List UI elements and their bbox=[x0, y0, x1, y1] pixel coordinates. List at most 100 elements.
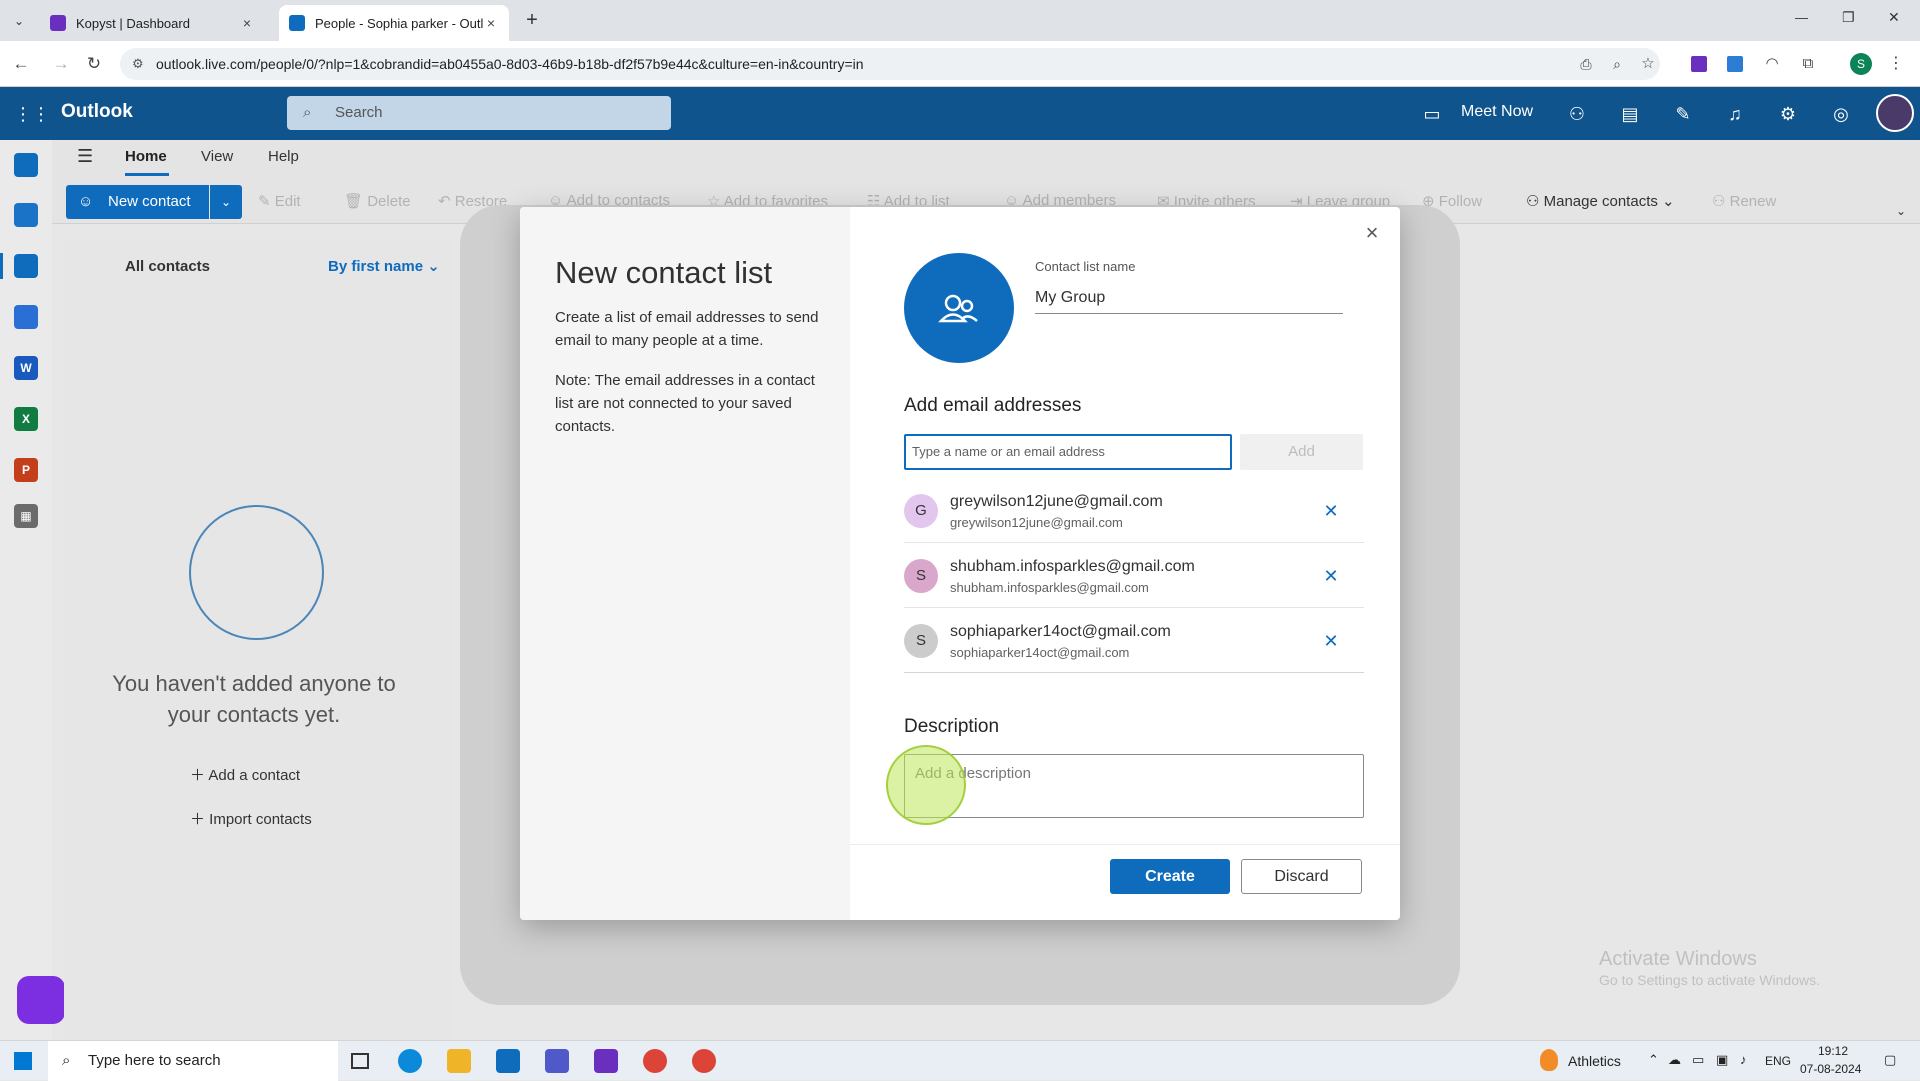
outlook-favicon-icon bbox=[289, 15, 305, 31]
renew-button[interactable]: ⚇ Renew bbox=[1712, 192, 1776, 210]
close-dialog-icon[interactable]: × bbox=[1360, 221, 1384, 245]
back-arrow-icon[interactable]: ← bbox=[10, 53, 32, 75]
taskbar-search-box[interactable]: ⌕ Type here to search bbox=[48, 1041, 338, 1081]
remove-member-icon[interactable]: ✕ bbox=[1321, 631, 1341, 651]
restore-button[interactable]: ❐ bbox=[1842, 9, 1855, 26]
teams-app-icon[interactable] bbox=[545, 1049, 569, 1073]
teams-icon[interactable]: ⚇ bbox=[1565, 102, 1589, 126]
mail-app-icon[interactable] bbox=[496, 1049, 520, 1073]
tab-title: People - Sophia parker - Outlo bbox=[315, 15, 483, 31]
member-name: greywilson12june@gmail.com bbox=[950, 493, 1163, 510]
reload-icon[interactable]: ↻ bbox=[83, 53, 105, 75]
tray-chevron-icon[interactable]: ⌃ bbox=[1648, 1052, 1659, 1068]
battery-icon[interactable]: ▭ bbox=[1692, 1052, 1704, 1068]
kopyst-bubble-icon[interactable] bbox=[17, 976, 65, 1024]
site-info-icon[interactable]: ⚙ bbox=[132, 48, 144, 80]
add-email-button[interactable]: Add bbox=[1240, 434, 1363, 470]
weather-label[interactable]: Athletics bbox=[1568, 1053, 1621, 1069]
address-bar[interactable]: ⚙ outlook.live.com/people/0/?nlp=1&cobra… bbox=[120, 48, 1660, 80]
profile-avatar[interactable]: S bbox=[1850, 53, 1872, 75]
ribbon-collapse-chevron-icon[interactable]: ⌄ bbox=[1896, 204, 1906, 218]
list-name-input[interactable]: My Group bbox=[1035, 284, 1343, 314]
new-tab-button[interactable]: + bbox=[520, 8, 544, 32]
browser-tab-outlook[interactable]: People - Sophia parker - Outlo × bbox=[279, 5, 509, 41]
list-name-label: Contact list name bbox=[1035, 259, 1136, 274]
bookmark-star-icon[interactable]: ☆ bbox=[1637, 53, 1659, 75]
weather-icon[interactable] bbox=[1540, 1049, 1558, 1071]
people-icon[interactable] bbox=[14, 254, 38, 278]
meet-now-button[interactable]: Meet Now bbox=[1461, 103, 1533, 121]
lightbulb-icon[interactable]: ◎ bbox=[1829, 102, 1853, 126]
browser-tab-kopyst[interactable]: Kopyst | Dashboard × bbox=[40, 5, 265, 41]
add-contact-link[interactable]: ＋ Add a contact bbox=[190, 764, 300, 785]
more-apps-icon[interactable]: ▦ bbox=[14, 504, 38, 528]
clock-date[interactable]: 07-08-2024 bbox=[1800, 1062, 1861, 1076]
kopyst-app-icon[interactable] bbox=[594, 1049, 618, 1073]
edge-icon[interactable] bbox=[398, 1049, 422, 1073]
tab-view[interactable]: View bbox=[201, 148, 233, 165]
browser-menu-icon[interactable]: ⋮ bbox=[1885, 53, 1907, 75]
todo-icon[interactable]: ✎ bbox=[1671, 102, 1695, 126]
create-button[interactable]: Create bbox=[1110, 859, 1230, 894]
ribbon-tabs: ☰ Home View Help bbox=[52, 140, 1920, 178]
search-box[interactable]: ⌕ Search bbox=[287, 96, 671, 130]
onedrive-icon[interactable]: ☁ bbox=[1668, 1052, 1681, 1068]
app-launcher-icon[interactable]: ⋮⋮ bbox=[14, 102, 50, 126]
excel-icon[interactable]: X bbox=[14, 407, 38, 431]
word-icon[interactable]: W bbox=[14, 356, 38, 380]
chrome-profile-icon[interactable] bbox=[692, 1049, 716, 1073]
sort-dropdown[interactable]: By first name ⌄ bbox=[328, 257, 440, 275]
new-contact-dropdown-chevron-icon[interactable]: ⌄ bbox=[210, 185, 242, 219]
add-contact-label: Add a contact bbox=[208, 767, 301, 784]
import-contacts-link[interactable]: ＋ Import contacts bbox=[190, 808, 312, 829]
powerpoint-icon[interactable]: P bbox=[14, 458, 38, 482]
minimize-button[interactable]: — bbox=[1795, 10, 1808, 25]
mail-icon[interactable] bbox=[14, 153, 38, 177]
tab-home[interactable]: Home bbox=[125, 148, 167, 165]
chrome-icon[interactable] bbox=[643, 1049, 667, 1073]
install-app-icon[interactable]: ⎙ bbox=[1575, 53, 1597, 75]
edit-button[interactable]: ✎ Edit bbox=[258, 192, 301, 210]
close-window-button[interactable]: ✕ bbox=[1888, 9, 1900, 26]
volume-icon[interactable]: ♪ bbox=[1740, 1052, 1747, 1067]
file-explorer-icon[interactable] bbox=[447, 1049, 471, 1073]
outlook-header: ⋮⋮ Outlook ⌕ Search ▭ Meet Now ⚇ ▤ ✎ ♫ ⚙… bbox=[0, 87, 1920, 140]
manage-contacts-button[interactable]: ⚇ Manage contacts ⌄ bbox=[1526, 192, 1675, 210]
app-name[interactable]: Outlook bbox=[61, 101, 133, 123]
network-icon[interactable]: ▣ bbox=[1716, 1052, 1728, 1068]
hamburger-menu-icon[interactable]: ☰ bbox=[77, 146, 93, 167]
onenote-icon[interactable]: ▤ bbox=[1618, 102, 1642, 126]
tab-help[interactable]: Help bbox=[268, 148, 299, 165]
user-avatar[interactable] bbox=[1876, 94, 1914, 132]
tab-list-chevron-icon[interactable]: ⌄ bbox=[8, 10, 30, 32]
group-avatar[interactable] bbox=[904, 253, 1014, 363]
remove-member-icon[interactable]: ✕ bbox=[1321, 566, 1341, 586]
delete-button[interactable]: 🗑 Delete bbox=[344, 192, 411, 210]
member-avatar: S bbox=[904, 624, 938, 658]
description-input[interactable]: Add a description bbox=[904, 754, 1364, 818]
discard-button[interactable]: Discard bbox=[1241, 859, 1362, 894]
calendar-icon[interactable] bbox=[14, 203, 38, 227]
notifications-icon[interactable]: ▢ bbox=[1884, 1052, 1896, 1068]
extension-arc-icon[interactable]: ◠ bbox=[1761, 53, 1783, 75]
new-contact-button[interactable]: ☺ New contact bbox=[66, 185, 209, 219]
kopyst-extension-icon[interactable] bbox=[1688, 53, 1710, 75]
kopyst-favicon-icon bbox=[50, 15, 66, 31]
todo-checkmark-icon[interactable] bbox=[14, 305, 38, 329]
remove-member-icon[interactable]: ✕ bbox=[1321, 501, 1341, 521]
empty-contacts-message: You haven't added anyone to your contact… bbox=[112, 671, 396, 727]
language-indicator[interactable]: ENG bbox=[1765, 1054, 1791, 1068]
tab-close-icon[interactable]: × bbox=[483, 15, 499, 31]
word-extension-icon[interactable] bbox=[1724, 53, 1746, 75]
windows-start-icon[interactable] bbox=[14, 1052, 32, 1070]
tab-close-icon[interactable]: × bbox=[239, 15, 255, 31]
bell-icon[interactable]: ♫ bbox=[1723, 102, 1747, 126]
extensions-puzzle-icon[interactable]: ⧉ bbox=[1797, 53, 1819, 75]
forward-arrow-icon[interactable]: → bbox=[50, 53, 72, 75]
video-camera-icon[interactable]: ▭ bbox=[1420, 102, 1444, 126]
email-input[interactable]: Type a name or an email address bbox=[904, 434, 1232, 470]
task-view-icon[interactable] bbox=[348, 1049, 372, 1073]
zoom-icon[interactable]: ⌕ bbox=[1606, 53, 1628, 75]
clock-time[interactable]: 19:12 bbox=[1818, 1044, 1848, 1058]
gear-icon[interactable]: ⚙ bbox=[1776, 102, 1800, 126]
